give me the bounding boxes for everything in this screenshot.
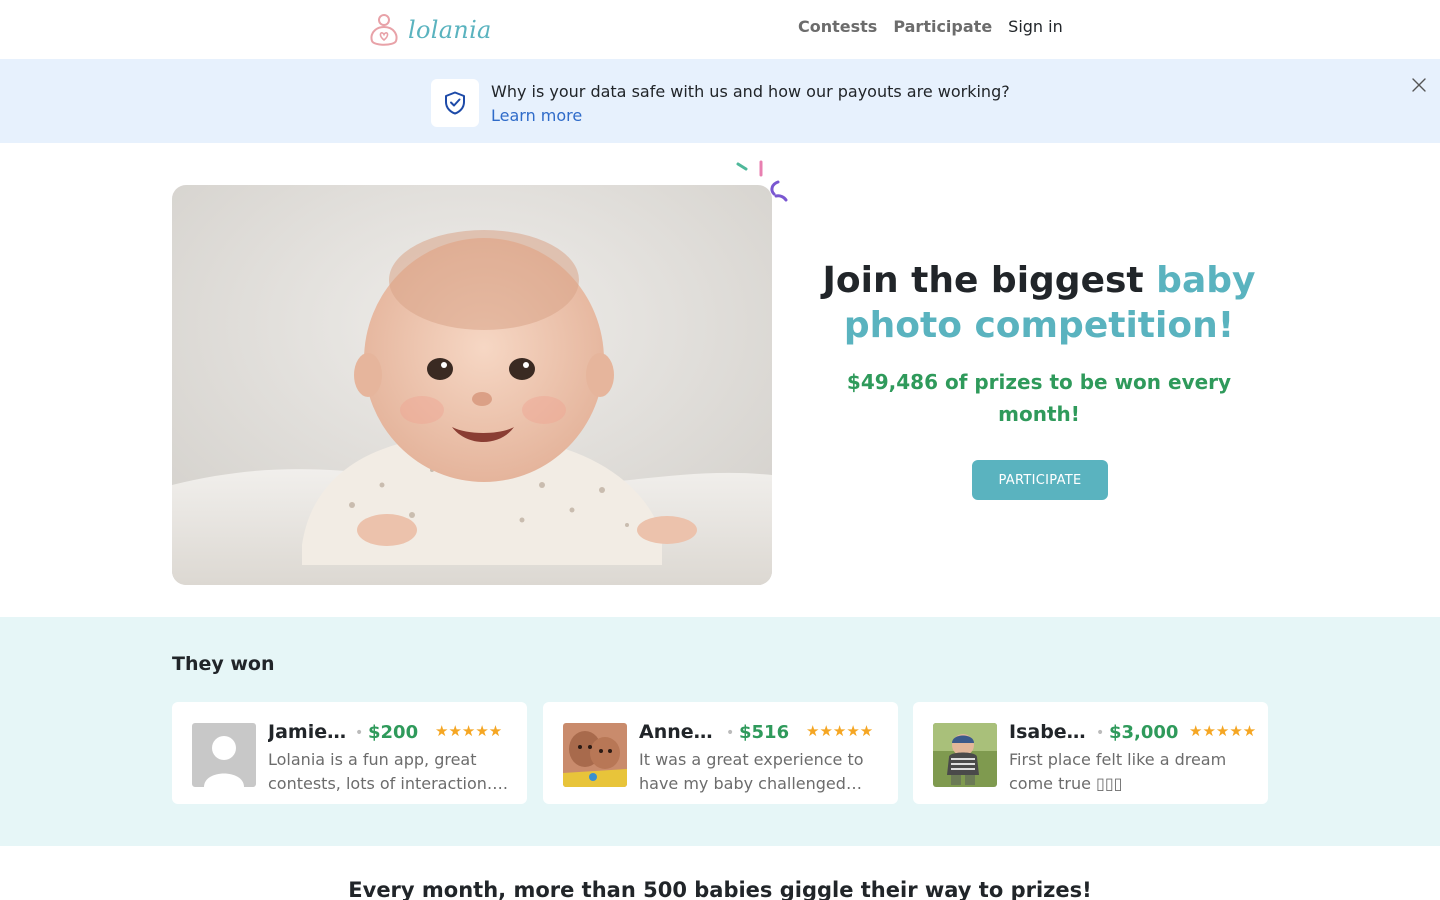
avatar bbox=[192, 723, 256, 787]
winner-testimonial: It was a great experience to have my bab… bbox=[639, 750, 864, 793]
winner-photo bbox=[563, 723, 627, 787]
logo[interactable]: lolania bbox=[368, 12, 492, 48]
separator-dot: • bbox=[1096, 725, 1105, 741]
winner-prize: $516 bbox=[739, 722, 790, 743]
nav-link-participate[interactable]: Participate bbox=[893, 17, 992, 36]
winner-prize: $200 bbox=[368, 722, 419, 743]
baby-photo-illustration bbox=[172, 185, 772, 585]
nav-link-contests[interactable]: Contests bbox=[798, 17, 877, 36]
sign-in-link[interactable]: Sign in bbox=[1008, 17, 1063, 36]
main-nav: Contests Participate Sign in bbox=[798, 17, 1063, 36]
winner-card[interactable]: Jamie… • $200 ★★★★★ Lolania is a fun app… bbox=[172, 702, 527, 804]
avatar bbox=[933, 723, 997, 787]
winner-name: Jamie… bbox=[268, 721, 347, 743]
avatar-placeholder-icon bbox=[192, 723, 256, 787]
winner-name: Anne… bbox=[639, 721, 713, 743]
winner-testimonial: First place felt like a dream come true … bbox=[1009, 750, 1227, 793]
hero-baby-photo bbox=[172, 185, 772, 585]
lolania-logo-icon bbox=[370, 14, 398, 46]
star-rating: ★★★★★ bbox=[806, 722, 874, 740]
hero-prize-text: $49,486 of prizes to be won every month! bbox=[846, 370, 1232, 426]
avatar bbox=[563, 723, 627, 787]
winners-title: They won bbox=[172, 653, 275, 675]
logo-text: lolania bbox=[408, 16, 492, 44]
hero-title: Join the biggest baby photo competition! bbox=[800, 258, 1278, 348]
banner-message-text: Why is your data safe with us and how ou… bbox=[491, 82, 1010, 101]
winner-prize: $3,000 bbox=[1109, 722, 1179, 743]
info-banner: Why is your data safe with us and how ou… bbox=[0, 59, 1440, 143]
winner-photo bbox=[933, 723, 997, 787]
hero-title-plain: Join the biggest bbox=[822, 260, 1157, 301]
winner-card[interactable]: Anne… • $516 ★★★★★ It was a great experi… bbox=[543, 702, 898, 804]
shield-badge bbox=[431, 79, 479, 127]
top-navbar: lolania Contests Participate Sign in bbox=[0, 0, 1440, 59]
winner-name: Isabe… bbox=[1009, 721, 1086, 743]
section-heading: Every month, more than 500 babies giggle… bbox=[348, 878, 1092, 900]
winner-card[interactable]: Isabe… • $3,000 ★★★★★ First place felt l… bbox=[913, 702, 1268, 804]
learn-more-link[interactable]: Learn more bbox=[491, 104, 582, 128]
participate-button[interactable]: PARTICIPATE bbox=[972, 460, 1108, 500]
star-rating: ★★★★★ bbox=[1189, 722, 1257, 740]
close-icon bbox=[1412, 78, 1426, 92]
banner-message: Why is your data safe with us and how ou… bbox=[491, 80, 1010, 128]
separator-dot: • bbox=[355, 725, 364, 741]
shield-check-icon bbox=[445, 91, 465, 115]
star-rating: ★★★★★ bbox=[435, 722, 503, 740]
separator-dot: • bbox=[726, 725, 735, 741]
winner-testimonial: Lolania is a fun app, great contests, lo… bbox=[268, 750, 509, 793]
banner-close-button[interactable] bbox=[1409, 75, 1429, 95]
winners-section: They won Jamie… • $200 ★★★★★ Lolania is … bbox=[0, 617, 1440, 846]
